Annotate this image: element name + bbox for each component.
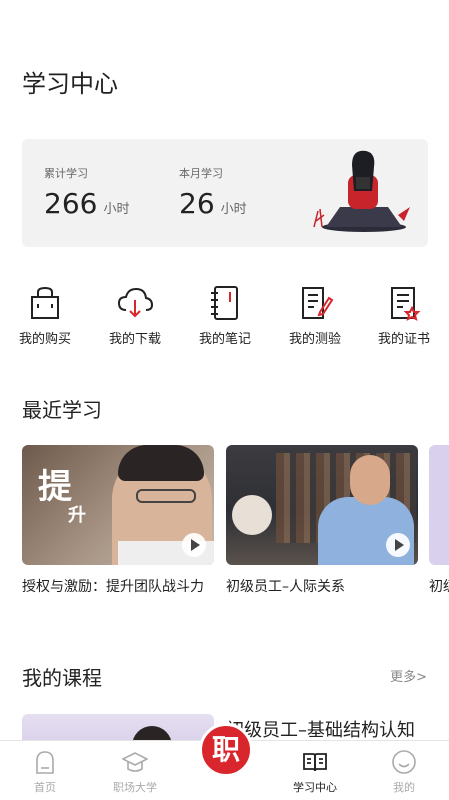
my-notes-button[interactable]: 我的笔记 (180, 284, 270, 347)
recent-course-card[interactable]: 初级员工–人际关系 (226, 445, 418, 601)
my-courses-title: 我的课程 (22, 666, 102, 690)
speaker-glasses (136, 489, 196, 503)
quiz-icon (302, 287, 334, 319)
thumbnail-calligraphy-2: 升 (68, 505, 86, 526)
speaker-head (350, 455, 390, 505)
recent-course-caption: 初级员工–人际关系 (226, 579, 345, 595)
recent-course-card[interactable]: 提 升 授权与激励：提升团队战斗力 (22, 445, 214, 601)
month-study-stat: 本月学习 26 小时 (179, 165, 247, 220)
tab-learning-center[interactable]: 学习中心 (270, 749, 360, 795)
tab-career-university[interactable]: 职场大学 (90, 749, 180, 795)
my-certificates-button[interactable]: 我的证书 (359, 284, 449, 347)
tab-mine-label: 我的 (393, 781, 415, 794)
course-title[interactable]: 初级员工–基础结构认知 (226, 716, 415, 742)
open-book-icon (303, 753, 327, 772)
page-title: 学习中心 (22, 70, 118, 98)
total-study-label: 累计学习 (44, 167, 88, 180)
tab-career-university-label: 职场大学 (113, 781, 157, 794)
tab-home-label: 首页 (34, 781, 56, 794)
total-study-stat: 累计学习 266 小时 (44, 165, 129, 220)
tab-home[interactable]: 首页 (0, 749, 90, 795)
graduation-cap-icon (122, 752, 148, 772)
home-icon (36, 751, 54, 774)
center-logo: 职 (211, 733, 240, 766)
course-thumbnail (429, 445, 449, 565)
recent-course-caption: 初级 (429, 579, 449, 595)
month-study-value: 26 (179, 187, 215, 220)
month-study-unit: 小时 (220, 202, 247, 217)
shopping-bag-icon (31, 286, 59, 319)
tab-mine[interactable]: 我的 (359, 749, 449, 795)
month-study-label: 本月学习 (179, 167, 223, 180)
my-quizzes-button[interactable]: 我的测验 (270, 284, 360, 347)
my-purchases-button[interactable]: 我的购买 (0, 284, 90, 347)
bottom-tab-bar: 首页 职场大学 职 学习中心 我的 (0, 723, 449, 800)
flower-vase (232, 495, 272, 535)
smile-icon (392, 750, 416, 774)
center-logo-button[interactable]: 职 (199, 723, 253, 777)
notebook-icon (211, 286, 238, 320)
quick-actions: 我的购买 我的下载 我的笔记 我的测验 我的证书 (0, 284, 449, 348)
cloud-download-icon (117, 287, 154, 318)
my-purchases-label: 我的购买 (18, 332, 71, 347)
my-downloads-label: 我的下载 (108, 332, 161, 347)
my-certificates-label: 我的证书 (377, 332, 430, 347)
certificate-icon (391, 287, 421, 321)
course-thumbnail (226, 445, 418, 565)
course-thumbnail: 提 升 (22, 445, 214, 565)
recent-course-card-partial[interactable]: 初级 (429, 445, 449, 601)
recent-course-caption: 授权与激励：提升团队战斗力 (22, 579, 204, 595)
play-icon[interactable] (386, 533, 410, 557)
recent-study-title: 最近学习 (22, 398, 102, 422)
my-notes-label: 我的笔记 (198, 332, 251, 347)
my-downloads-button[interactable]: 我的下载 (90, 284, 180, 347)
my-quizzes-label: 我的测验 (288, 332, 341, 347)
tab-learning-center-label: 学习中心 (293, 781, 337, 794)
speaker-hair (118, 445, 204, 481)
reading-woman-illustration (313, 150, 410, 232)
thumbnail-calligraphy: 提 (38, 467, 72, 507)
play-icon[interactable] (182, 533, 206, 557)
total-study-unit: 小时 (103, 202, 130, 217)
study-stats-card: 累计学习 266 小时 本月学习 26 小时 (22, 139, 428, 247)
total-study-value: 266 (44, 187, 98, 220)
more-courses-link[interactable]: 更多> (390, 666, 427, 685)
